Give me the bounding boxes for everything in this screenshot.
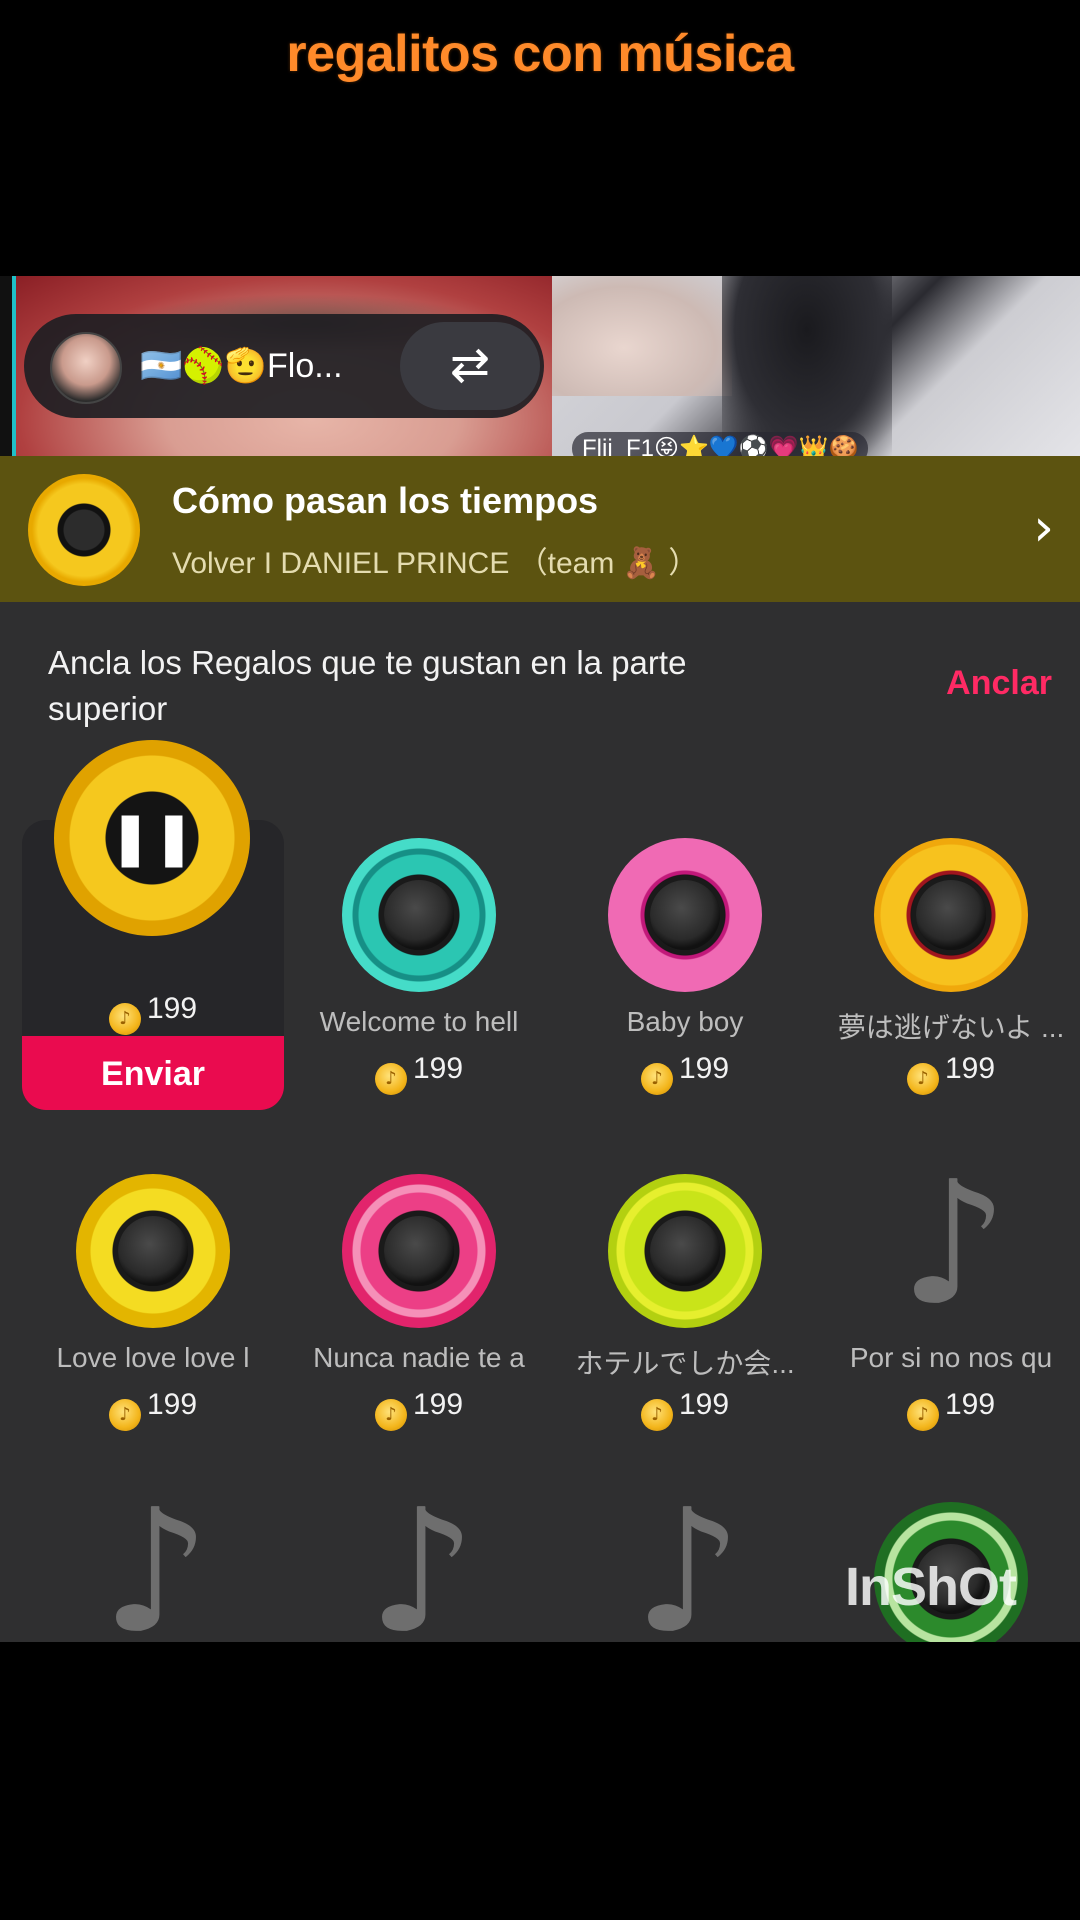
gift-price: ♪ 199 <box>286 1052 552 1095</box>
price-value: 199 <box>944 1052 996 1085</box>
tiktok-logo-icon: ♪ <box>633 1473 743 1642</box>
gift-price: ♪ 199 <box>552 1388 818 1431</box>
tiktok-logo-icon: ♪ <box>899 1145 1009 1343</box>
song-subtitle: Volver I DANIEL PRINCE （team 🧸 ） <box>172 547 699 580</box>
gift-panel: Ancla los Regalos que te gustan en la pa… <box>0 602 1080 1642</box>
swap-icon[interactable]: ⇄ <box>400 322 540 410</box>
music-disc-icon <box>608 1174 762 1328</box>
gift-price: ♪ 199 <box>818 1052 1080 1095</box>
video-caption: regalitos con música <box>286 25 794 83</box>
gift-item[interactable]: 夢は逃げないよ ... ♪ 199 <box>818 818 1080 1118</box>
gift-price: ♪ 199 <box>818 1388 1080 1431</box>
coin-icon: ♪ <box>640 1399 673 1431</box>
gift-name: Welcome to hell <box>319 1006 519 1037</box>
pin-button[interactable]: Anclar <box>946 664 1052 703</box>
gift-item[interactable]: ホテルでしか会... ♪ 199 <box>552 1154 818 1454</box>
bottom-letterbox <box>0 1642 1080 1920</box>
gift-price: ♪ 199 <box>20 1388 286 1431</box>
coin-icon: ♪ <box>108 1399 141 1431</box>
gift-name: Baby boy <box>626 1006 744 1037</box>
gift-name: ホテルでしか会... <box>575 1348 795 1379</box>
coin-icon: ♪ <box>906 1399 939 1431</box>
music-disc-icon <box>28 474 140 586</box>
pin-hint-text: Ancla los Regalos que te gustan en la pa… <box>48 644 687 727</box>
gift-price: ♪ 199 <box>552 1052 818 1095</box>
coin-icon: ♪ <box>108 1003 141 1035</box>
gift-item[interactable]: ♪ <box>20 1482 286 1642</box>
price-value: 199 <box>944 1388 996 1421</box>
price-value: 199 <box>678 1052 730 1085</box>
gift-item[interactable]: Love love love l ♪ 199 <box>20 1154 286 1454</box>
music-disc-icon <box>342 1174 496 1328</box>
gift-item[interactable]: ♪ <box>552 1482 818 1642</box>
song-title: Cómo pasan los tiempos <box>172 480 599 521</box>
price-value: 199 <box>146 1388 198 1421</box>
gift-price: ♪ 199 <box>286 1388 552 1431</box>
coin-icon: ♪ <box>640 1063 673 1095</box>
guest-video <box>552 276 1080 456</box>
price-value: 199 <box>412 1388 464 1421</box>
gift-price: ♪ 199 <box>22 992 284 1035</box>
host-name: 🇦🇷🥎🫡Flo... <box>140 347 343 385</box>
host-info-pill[interactable]: 🇦🇷🥎🫡Flo... ⇄ <box>24 314 544 418</box>
music-disc-icon <box>342 838 496 992</box>
gift-name: Love love love l <box>56 1342 250 1373</box>
gift-name: Por si no nos qu <box>849 1342 1053 1373</box>
avatar[interactable] <box>50 332 122 404</box>
pause-icon[interactable]: ❚❚ <box>54 740 250 936</box>
live-video-strip: 🇦🇷🥎🫡Flo... ⇄ Flii_F1😝⭐💙⚽💗👑🍪 <box>0 276 1080 456</box>
gift-name: Nunca nadie te a <box>313 1342 525 1373</box>
gift-item[interactable]: ♪ Por si no nos qu ♪ 199 <box>818 1154 1080 1454</box>
gift-item[interactable]: Baby boy ♪ 199 <box>552 818 818 1118</box>
chevron-right-icon[interactable]: › <box>1033 498 1054 558</box>
inshot-watermark: InShOt <box>845 1557 1017 1617</box>
gift-name: 夢は逃げないよ ... <box>837 1012 1065 1043</box>
gift-item[interactable]: Nunca nadie te a ♪ 199 <box>286 1154 552 1454</box>
price-value: 199 <box>412 1052 464 1085</box>
price-value: 199 <box>146 992 198 1025</box>
tiktok-logo-icon: ♪ <box>367 1473 477 1642</box>
gift-item[interactable]: ♪ <box>286 1482 552 1642</box>
music-disc-icon <box>874 838 1028 992</box>
music-disc-icon <box>608 838 762 992</box>
send-button[interactable]: Enviar <box>22 1036 284 1110</box>
music-disc-icon <box>76 1174 230 1328</box>
coin-icon: ♪ <box>374 1399 407 1431</box>
tiktok-logo-icon: ♪ <box>101 1473 211 1642</box>
coin-icon: ♪ <box>906 1063 939 1095</box>
guest-name: Flii_F1😝⭐💙⚽💗👑🍪 <box>572 432 869 456</box>
now-playing-banner[interactable]: Cómo pasan los tiempos Volver I DANIEL P… <box>0 456 1080 602</box>
coin-icon: ♪ <box>374 1063 407 1095</box>
price-value: 199 <box>678 1388 730 1421</box>
gift-item[interactable]: Welcome to hell ♪ 199 <box>286 818 552 1118</box>
